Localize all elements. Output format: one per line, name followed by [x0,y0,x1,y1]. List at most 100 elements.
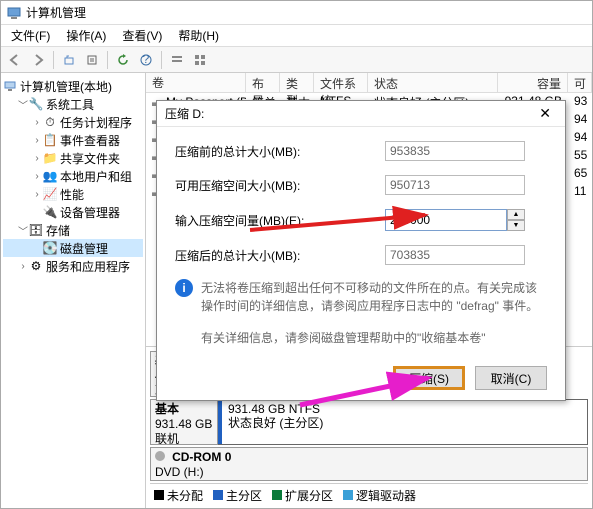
legend-primary: 主分区 [213,487,262,504]
tree-shared-label: 共享文件夹 [60,150,120,167]
tree-root[interactable]: 计算机管理(本地) [3,77,143,95]
tree-services-label: 服务和应用程序 [46,258,130,275]
svg-text:?: ? [143,54,150,66]
col-pf[interactable]: 可 [568,73,592,92]
services-icon: ⚙ [29,259,43,273]
col-volume[interactable]: 卷 [146,73,246,92]
spin-down-icon[interactable]: ▼ [507,220,525,231]
label-avail: 可用压缩空间大小(MB): [175,177,385,194]
value-total-after: 703835 [385,245,525,265]
tree-root-label: 计算机管理(本地) [20,78,112,95]
col-type[interactable]: 类型 [280,73,314,92]
back-icon[interactable] [5,50,25,70]
expand-icon[interactable]: › [31,171,43,182]
dialog-titlebar[interactable]: 压缩 D: ✕ [157,101,565,127]
dialog-body: 压缩前的总计大小(MB): 953835 可用压缩空间大小(MB): 95071… [157,127,565,400]
props-icon[interactable] [82,50,102,70]
partition-status: 状态良好 (主分区) [228,416,323,430]
users-icon: 👥 [43,169,57,183]
dialog-title-text: 压缩 D: [165,105,204,122]
tree-devmgr[interactable]: 🔌设备管理器 [3,203,143,221]
legend-logical: 逻辑驱动器 [343,487,416,504]
menu-help[interactable]: 帮助(H) [172,25,225,46]
title-text: 计算机管理 [26,4,86,21]
disk-head-status: 联机 [155,432,179,446]
tree-event-label: 事件查看器 [60,132,120,149]
wrench-icon: 🔧 [29,97,43,111]
value-total-before: 953835 [385,141,525,161]
field-total-before: 压缩前的总计大小(MB): 953835 [175,141,547,161]
up-icon[interactable] [59,50,79,70]
label-total-after: 压缩后的总计大小(MB): [175,247,385,264]
tree-task[interactable]: ›⏱任务计划程序 [3,113,143,131]
disk-partition[interactable]: 931.48 GB NTFS 状态良好 (主分区) [218,399,588,445]
refresh-icon[interactable] [113,50,133,70]
expand-icon[interactable]: › [31,117,43,128]
tree-diskmgmt[interactable]: 💽磁盘管理 [3,239,143,257]
partition-size: 931.48 GB NTFS [228,402,320,416]
col-layout[interactable]: 布局 [246,73,280,92]
close-icon[interactable]: ✕ [533,105,557,122]
tree-services[interactable]: ›⚙服务和应用程序 [3,257,143,275]
disk-icon: 💽 [43,241,57,255]
col-cap[interactable]: 容量 [498,73,568,92]
expand-icon[interactable]: › [17,261,29,272]
legend-unalloc: 未分配 [154,487,203,504]
toolbar: ? [1,47,592,73]
tree-storage[interactable]: ﹀🗄存储 [3,221,143,239]
menu-file[interactable]: 文件(F) [5,25,56,46]
expand-icon[interactable]: › [31,135,43,146]
field-input: 输入压缩空间量(MB)(E): ▲▼ [175,209,547,231]
menu-action[interactable]: 操作(A) [60,25,112,46]
task-icon: ⏱ [43,115,57,129]
app-icon [7,6,21,20]
toolbar-sep-3 [161,51,162,69]
more-info-text: 有关详细信息，请参阅磁盘管理帮助中的"收缩基本卷" [175,329,547,346]
cdrom-label: CD-ROM 0 [172,450,231,464]
expand-icon[interactable]: › [31,189,43,200]
tree-task-label: 任务计划程序 [60,114,132,131]
help-icon[interactable]: ? [136,50,156,70]
col-status[interactable]: 状态 [368,73,498,92]
tree-perf[interactable]: ›📈性能 [3,185,143,203]
menu-view[interactable]: 查看(V) [116,25,168,46]
tree-users[interactable]: ›👥本地用户和组 [3,167,143,185]
disk-head-size: 931.48 GB [155,417,212,431]
tree-perf-label: 性能 [60,186,84,203]
folder-icon: 📁 [43,151,57,165]
legend: 未分配 主分区 扩展分区 逻辑驱动器 [150,483,588,504]
expand-icon[interactable]: › [31,153,43,164]
value-avail: 950713 [385,175,525,195]
tree-event[interactable]: ›📋事件查看器 [3,131,143,149]
disk-head-type: 基本 [155,402,179,416]
collapse-icon[interactable]: ﹀ [17,97,29,112]
cancel-button[interactable]: 取消(C) [475,366,547,390]
disk-row[interactable]: 基本 931.48 GB 联机 931.48 GB NTFS 状态良好 (主分区… [150,399,588,445]
disk-header: CD-ROM 0 DVD (H:) [150,447,588,481]
collapse-icon[interactable]: ﹀ [17,223,29,238]
legend-ext: 扩展分区 [272,487,333,504]
shrink-amount-input[interactable] [385,209,507,231]
tree-shared[interactable]: ›📁共享文件夹 [3,149,143,167]
cdrom-letter: DVD (H:) [155,465,204,479]
list-icon[interactable] [167,50,187,70]
menubar: 文件(F) 操作(A) 查看(V) 帮助(H) [1,25,592,47]
label-input: 输入压缩空间量(MB)(E): [175,212,385,229]
col-fs[interactable]: 文件系统 [314,73,368,92]
disk-header: 基本 931.48 GB 联机 [150,399,218,445]
dialog-buttons: 压缩(S) 取消(C) [175,360,547,390]
tree-devmgr-label: 设备管理器 [60,204,120,221]
spinner[interactable]: ▲▼ [507,209,525,231]
tree-storage-label: 存储 [46,222,70,239]
tree-sys[interactable]: ﹀🔧系统工具 [3,95,143,113]
toolbar-sep-2 [107,51,108,69]
nav-tree: 计算机管理(本地) ﹀🔧系统工具 ›⏱任务计划程序 ›📋事件查看器 ›📁共享文件… [1,73,146,508]
tree-diskmgmt-label: 磁盘管理 [60,240,108,257]
field-total-after: 压缩后的总计大小(MB): 703835 [175,245,547,265]
spin-up-icon[interactable]: ▲ [507,209,525,220]
shrink-button[interactable]: 压缩(S) [393,366,465,390]
grid-icon[interactable] [190,50,210,70]
field-avail: 可用压缩空间大小(MB): 950713 [175,175,547,195]
forward-icon[interactable] [28,50,48,70]
disk-row[interactable]: CD-ROM 0 DVD (H:) [150,447,588,481]
